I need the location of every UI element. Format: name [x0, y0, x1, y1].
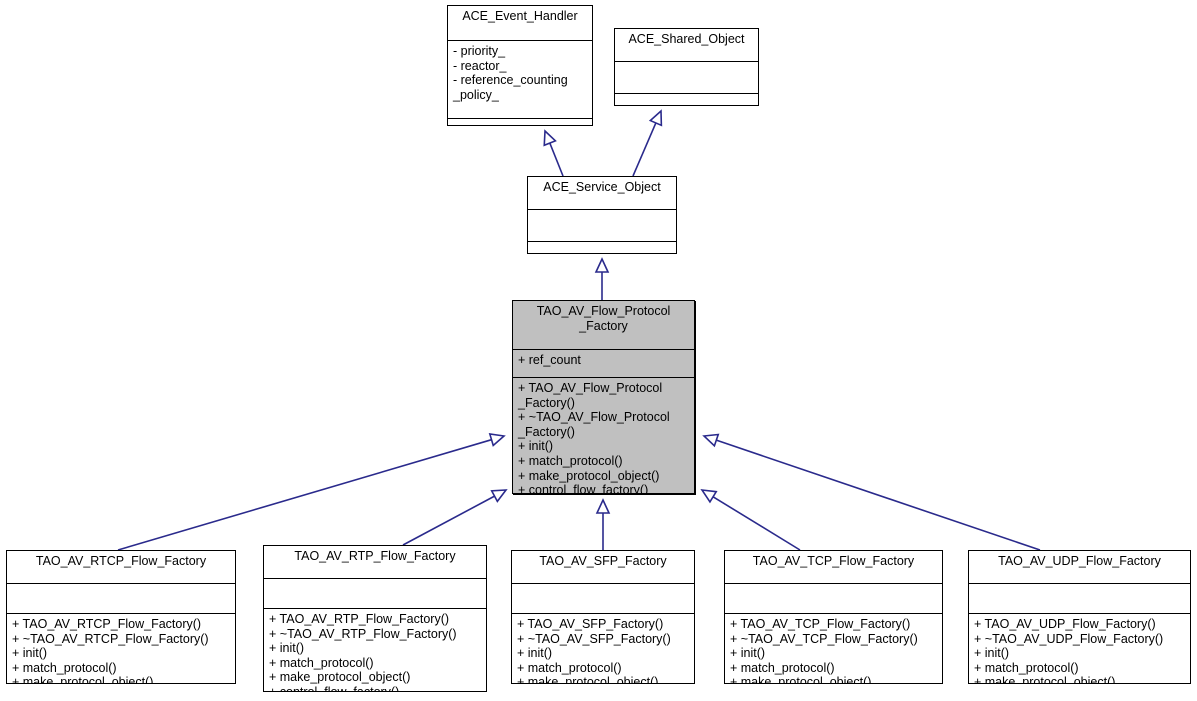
class-name-ace_event_handler: ACE_Event_Handler — [448, 6, 592, 41]
uml-class-tao_av_flow_protocol_factory[interactable]: TAO_AV_Flow_Protocol _Factory + ref_count… — [512, 300, 695, 494]
generalization-arrow-e3 — [594, 257, 610, 300]
class-operations-tao_av_rtcp_flow_factory: + TAO_AV_RTCP_Flow_Factory() + ~TAO_AV_R… — [12, 617, 209, 684]
generalization-arrow-e2 — [632, 109, 663, 177]
class-name-tao_av_tcp_flow_factory: TAO_AV_TCP_Flow_Factory — [725, 551, 942, 584]
uml-class-tao_av_rtp_flow_factory[interactable]: TAO_AV_RTP_Flow_Factory + TAO_AV_RTP_Flow… — [263, 545, 487, 692]
arrowhead-triangle — [594, 257, 610, 273]
class-operations-tao_av_flow_protocol_factory: + TAO_AV_Flow_Protocol _Factory() + ~TAO… — [518, 381, 670, 494]
class-attributes-tao_av_udp_flow_factory — [969, 584, 1190, 614]
class-name-tao_av_flow_protocol_factory: TAO_AV_Flow_Protocol _Factory — [513, 301, 694, 350]
class-name-ace_shared_object: ACE_Shared_Object — [615, 29, 758, 62]
uml-diagram-canvas: ACE_Event_Handler - priority_ - reactor_ … — [0, 0, 1197, 701]
class-name-tao_av_rtp_flow_factory: TAO_AV_RTP_Flow_Factory — [264, 546, 486, 579]
class-operations-tao_av_udp_flow_factory: + TAO_AV_UDP_Flow_Factory() + ~TAO_AV_UD… — [974, 617, 1164, 684]
class-operations-tao_av_tcp_flow_factory: + TAO_AV_TCP_Flow_Factory() + ~TAO_AV_TC… — [730, 617, 918, 684]
class-operations-tao_av_rtp_flow_factory: + TAO_AV_RTP_Flow_Factory() + ~TAO_AV_RT… — [269, 612, 457, 692]
class-name-tao_av_sfp_factory: TAO_AV_SFP_Factory — [512, 551, 694, 584]
class-attributes-ace_shared_object — [615, 62, 758, 94]
class-attributes-ace_service_object — [528, 210, 676, 242]
generalization-arrow-e7 — [700, 489, 801, 551]
class-attributes-tao_av_flow_protocol_factory: + ref_count — [513, 350, 694, 378]
generalization-arrow-e8 — [702, 433, 1041, 551]
arrowhead-triangle — [490, 489, 508, 503]
generalization-arrow-e5 — [402, 489, 508, 546]
generalization-arrow-e4 — [117, 432, 506, 551]
class-attributes-tao_av_sfp_factory — [512, 584, 694, 614]
uml-class-tao_av_sfp_factory[interactable]: TAO_AV_SFP_Factory + TAO_AV_SFP_Factory()… — [511, 550, 695, 684]
class-operations-ace_shared_object — [615, 94, 758, 105]
arrowhead-triangle — [700, 489, 718, 504]
arrowhead-triangle — [488, 432, 506, 447]
arrowhead-triangle — [543, 129, 557, 147]
arrowhead-triangle — [702, 433, 720, 448]
class-name-tao_av_rtcp_flow_factory: TAO_AV_RTCP_Flow_Factory — [7, 551, 235, 584]
class-attributes-tao_av_rtp_flow_factory — [264, 579, 486, 609]
class-operations-tao_av_sfp_factory: + TAO_AV_SFP_Factory() + ~TAO_AV_SFP_Fac… — [517, 617, 671, 684]
arrowhead-triangle — [595, 498, 611, 514]
uml-class-ace_event_handler[interactable]: ACE_Event_Handler - priority_ - reactor_ … — [447, 5, 593, 126]
uml-class-tao_av_rtcp_flow_factory[interactable]: TAO_AV_RTCP_Flow_Factory + TAO_AV_RTCP_Fl… — [6, 550, 236, 684]
uml-class-tao_av_udp_flow_factory[interactable]: TAO_AV_UDP_Flow_Factory + TAO_AV_UDP_Flow… — [968, 550, 1191, 684]
class-operations-ace_event_handler — [448, 119, 592, 125]
uml-class-tao_av_tcp_flow_factory[interactable]: TAO_AV_TCP_Flow_Factory + TAO_AV_TCP_Flow… — [724, 550, 943, 684]
class-name-tao_av_udp_flow_factory: TAO_AV_UDP_Flow_Factory — [969, 551, 1190, 584]
class-attributes-tao_av_rtcp_flow_factory — [7, 584, 235, 614]
uml-class-ace_shared_object[interactable]: ACE_Shared_Object — [614, 28, 759, 106]
uml-class-ace_service_object[interactable]: ACE_Service_Object — [527, 176, 677, 254]
class-operations-ace_service_object — [528, 242, 676, 253]
class-attributes-tao_av_tcp_flow_factory — [725, 584, 942, 614]
generalization-arrow-e1 — [543, 129, 564, 177]
generalization-arrow-e6 — [595, 498, 611, 550]
class-name-ace_service_object: ACE_Service_Object — [528, 177, 676, 210]
arrowhead-triangle — [648, 109, 663, 127]
class-attributes-ace_event_handler: - priority_ - reactor_ - reference_count… — [448, 41, 592, 119]
